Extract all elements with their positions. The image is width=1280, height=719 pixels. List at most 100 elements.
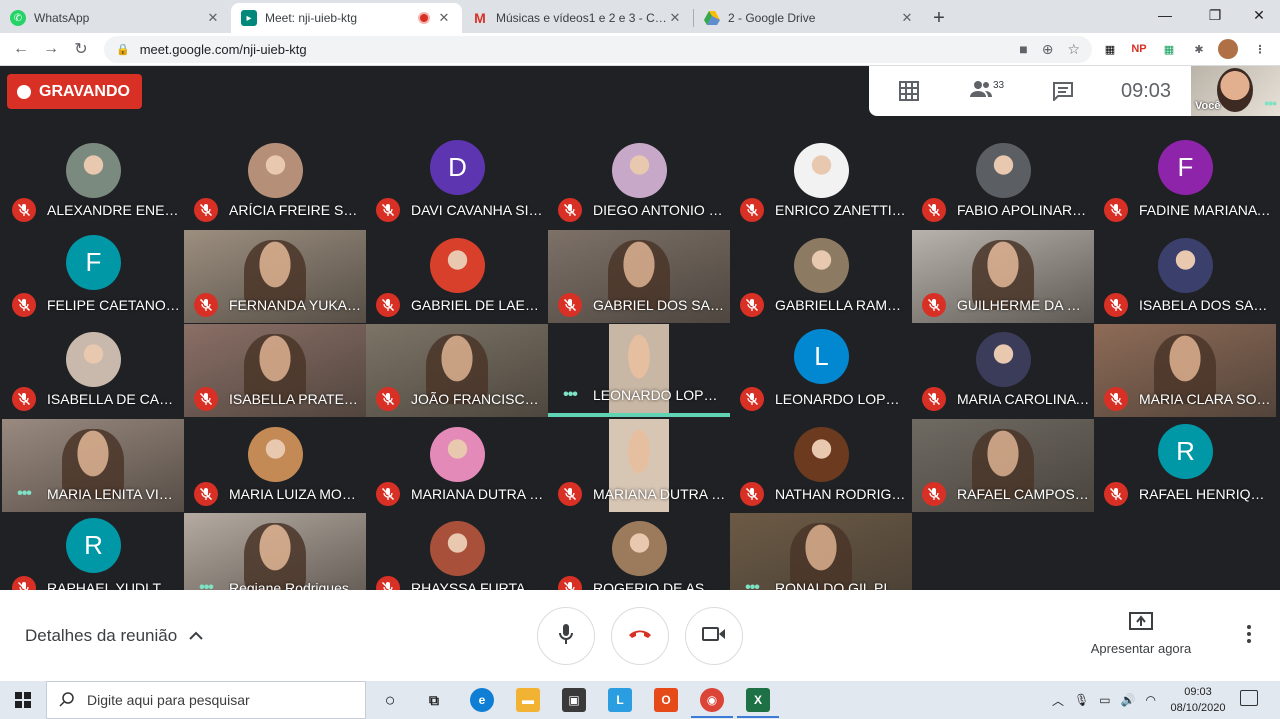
participant-tile[interactable]: F FELIPE CAETANO …	[2, 229, 184, 323]
mic-off-icon	[12, 292, 36, 317]
tab-drive[interactable]: 2 - Google Drive ✕	[694, 3, 925, 33]
minimize-button[interactable]: —	[1142, 0, 1188, 30]
search-placeholder: Digite aqui para pesquisar	[87, 692, 250, 708]
participant-tile[interactable]: MARIANA DUTRA D…	[548, 418, 730, 512]
participant-tile[interactable]: FERNANDA YUKARI…	[184, 229, 366, 323]
puzzle-icon[interactable]: ✱	[1189, 39, 1209, 59]
camera-icon[interactable]: ■	[1019, 41, 1027, 58]
avatar-letter: L	[794, 329, 849, 384]
mic-off-icon	[740, 387, 764, 411]
close-icon[interactable]: ✕	[667, 10, 683, 26]
participant-name: FELIPE CAETANO …	[47, 296, 180, 313]
tab-meet[interactable]: ▸ Meet: nji-uieb-ktg ✕	[231, 3, 462, 33]
participant-tile[interactable]: JOÃO FRANCISCO …	[366, 324, 548, 417]
edge-icon[interactable]: e	[470, 688, 494, 712]
tab-gmail[interactable]: M Músicas e vídeos1 e 2 e 3 - Conv ✕	[462, 3, 693, 33]
chat-icon[interactable]	[1025, 81, 1101, 101]
participant-name: GUILHERME DA CO…	[957, 296, 1090, 313]
participant-tile[interactable]: ARÍCIA FREIRE SAN…	[184, 135, 366, 228]
meeting-details-button[interactable]: Detalhes da reunião	[25, 626, 203, 646]
chevron-up-icon[interactable]: ︿	[1052, 692, 1064, 709]
participant-tile[interactable]: MARIANA DUTRA D…	[366, 418, 548, 512]
battery-icon[interactable]: ▭	[1099, 693, 1110, 707]
office-icon[interactable]: O	[654, 688, 678, 712]
participant-tile[interactable]: ALEXANDRE ENEA…	[2, 135, 184, 228]
participant-tile[interactable]: L LEONARDO LOPES …	[730, 324, 912, 417]
excel-icon[interactable]: X	[746, 688, 770, 712]
close-icon[interactable]: ✕	[899, 10, 915, 26]
self-view-tile[interactable]: Você •••	[1191, 66, 1280, 116]
notification-icon[interactable]	[1240, 690, 1258, 706]
camera-button[interactable]	[685, 607, 743, 665]
participants-button[interactable]: 33	[949, 80, 1025, 103]
participant-tile[interactable]: ENRICO ZANETTI A…	[730, 135, 912, 228]
address-bar[interactable]: 🔒 meet.google.com/nji-uieb-ktg ■ ⊕ ☆	[104, 36, 1092, 63]
participant-tile[interactable]: MARIA LUIZA MOR…	[184, 418, 366, 512]
participant-tile[interactable]: GABRIEL DE LAET …	[366, 229, 548, 323]
participant-tile[interactable]: ISABELA DOS SANT…	[1094, 229, 1276, 323]
cortana-icon[interactable]: ○	[378, 688, 402, 712]
tab-title: Músicas e vídeos1 e 2 e 3 - Conv	[496, 11, 667, 25]
taskbar-search-input[interactable]: Digite aqui para pesquisar	[46, 681, 366, 719]
participant-tile[interactable]: R RAFAEL HENRIQUE …	[1094, 418, 1276, 512]
avatar	[794, 237, 849, 293]
participant-tile[interactable]: D DAVI CAVANHA SIL…	[366, 135, 548, 228]
back-icon[interactable]: ←	[6, 40, 36, 58]
tab-whatsapp[interactable]: ✆ WhatsApp ✕	[0, 3, 231, 33]
present-now-button[interactable]: Apresentar agora	[1082, 612, 1200, 656]
leave-call-button[interactable]	[611, 607, 669, 665]
close-icon[interactable]: ✕	[205, 10, 221, 26]
hang-up-icon	[627, 627, 653, 645]
participant-tile[interactable]: ••• LEONARDO LOPES …	[548, 324, 730, 417]
speaking-indicator-icon: •••	[1264, 95, 1277, 111]
forward-icon[interactable]: →	[36, 40, 66, 58]
mic-off-icon	[558, 198, 582, 222]
participant-tile[interactable]: GUILHERME DA CO…	[912, 229, 1094, 323]
speaker-icon[interactable]: 🔊	[1121, 693, 1136, 707]
participant-tile[interactable]: GABRIEL DOS SAN…	[548, 229, 730, 323]
zoom-icon[interactable]: ⊕	[1042, 41, 1054, 58]
participant-tile[interactable]: RAFAEL CAMPOS B…	[912, 418, 1094, 512]
participant-tile[interactable]: MARIA CLARA SOA…	[1094, 324, 1276, 417]
mic-off-icon	[922, 481, 946, 506]
task-view-icon[interactable]: ⧉	[422, 688, 446, 712]
avatar-letter: F	[66, 234, 121, 290]
grid-extension-icon[interactable]: ▦	[1100, 39, 1120, 59]
windows-start-icon[interactable]	[0, 692, 46, 708]
maximize-button[interactable]: ❐	[1192, 0, 1238, 30]
mic-off-icon	[558, 481, 582, 506]
sheets-extension-icon[interactable]: ▦	[1159, 39, 1179, 59]
tile-name-bar: ISABELLA DE CAM…	[12, 387, 180, 411]
close-icon[interactable]: ✕	[436, 10, 452, 26]
chrome-icon[interactable]: ◉	[700, 688, 724, 712]
layout-grid-icon[interactable]	[869, 81, 949, 101]
new-tab-button[interactable]: +	[925, 3, 953, 33]
participant-tile[interactable]: NATHAN RODRIGU…	[730, 418, 912, 512]
close-window-button[interactable]: ✕	[1236, 0, 1280, 30]
reload-icon[interactable]: ↻	[66, 39, 96, 59]
profile-avatar[interactable]	[1218, 39, 1238, 59]
participant-tile[interactable]: GABRIELLA RAMOS…	[730, 229, 912, 323]
menu-icon[interactable]: ⋮	[1250, 39, 1270, 59]
participant-tile[interactable]: DIEGO ANTONIO SI…	[548, 135, 730, 228]
avatar-letter: F	[1158, 140, 1213, 195]
active-app-underline	[737, 716, 779, 718]
star-icon[interactable]: ☆	[1067, 41, 1080, 58]
microphone-icon[interactable]: 🎙	[1074, 693, 1089, 707]
more-options-icon[interactable]	[1240, 625, 1258, 643]
l-app-icon[interactable]: L	[608, 688, 632, 712]
participant-tile[interactable]: ••• MARIA LENITA VIV…	[2, 418, 184, 512]
np-extension-icon[interactable]: NP	[1129, 39, 1149, 59]
participant-tile[interactable]: ISABELLA PRATES …	[184, 324, 366, 417]
store-icon[interactable]: ▣	[562, 688, 586, 712]
participant-tile[interactable]: FABIO APOLINARIO…	[912, 135, 1094, 228]
participant-name: ALEXANDRE ENEA…	[47, 202, 180, 218]
taskbar-clock[interactable]: 09:03 08/10/2020	[1166, 684, 1230, 716]
participant-tile[interactable]: ISABELLA DE CAM…	[2, 324, 184, 417]
tile-name-bar: MARIANA DUTRA D…	[376, 481, 544, 506]
participant-tile[interactable]: F FADINE MARIANA L…	[1094, 135, 1276, 228]
file-explorer-icon[interactable]: ▬	[516, 688, 540, 712]
participant-tile[interactable]: MARIA CAROLINA …	[912, 324, 1094, 417]
microphone-button[interactable]	[537, 607, 595, 665]
wifi-icon[interactable]: ◠	[1146, 693, 1156, 707]
